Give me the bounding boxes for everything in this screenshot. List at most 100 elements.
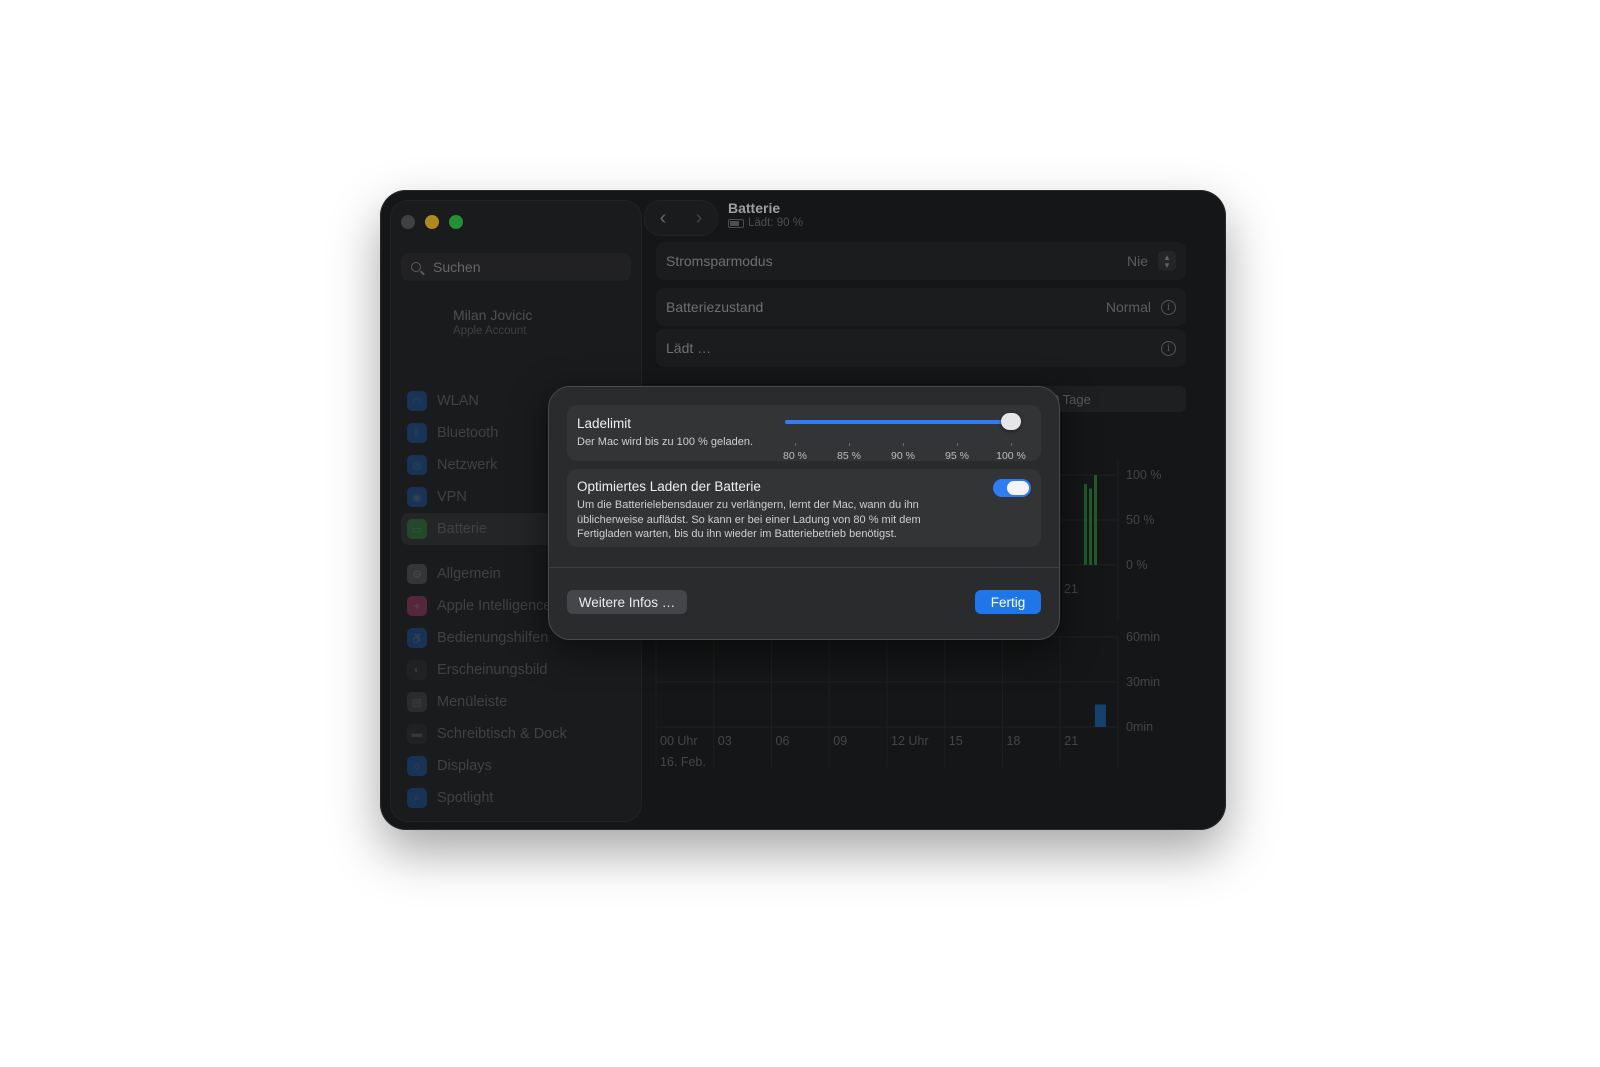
ladelimit-title: Ladelimit [577, 416, 632, 431]
slider-tick-mark [957, 443, 958, 446]
slider-tick-mark [1011, 443, 1012, 446]
search-field[interactable] [401, 253, 631, 281]
more-info-button[interactable]: Weitere Infos … [567, 590, 687, 614]
x-tick-label: 21 [1064, 734, 1078, 748]
slider-fill [785, 420, 1011, 424]
x-tick-label: 00 Uhr [660, 734, 698, 748]
x-tick-label: 15 [949, 734, 963, 748]
ladelimit-slider[interactable]: 80 % 85 % 90 % 95 % 100 % [783, 413, 1026, 462]
search-icon [411, 262, 421, 272]
y-tick-label: 100 % [1126, 468, 1161, 482]
description-line: üblicherweise auflädst. So kann er bei e… [577, 513, 921, 526]
x-tick-label: 03 [718, 734, 732, 748]
stromsparmodus-label: Stromsparmodus [666, 253, 773, 269]
sun-icon: ☼ [407, 756, 427, 776]
optimized-charging-toggle[interactable] [993, 479, 1031, 497]
description-line: Um die Batterielebensdauer zu verlängern… [577, 499, 919, 511]
x-tick-label: 12 Uhr [891, 734, 929, 748]
optimized-charging-title: Optimiertes Laden der Batterie [577, 479, 761, 494]
page-title: Batterie [728, 200, 781, 216]
slider-tick-mark [903, 443, 904, 446]
back-button[interactable]: ‹ [660, 207, 667, 230]
forward-button[interactable]: › [696, 207, 703, 230]
sidebar-item-label: VPN [437, 489, 467, 505]
dialog-divider [549, 567, 1059, 568]
sidebar-item-label: Bedienungshilfen [437, 630, 549, 646]
sidebar-item-label: Bluetooth [437, 425, 499, 441]
stromsparmodus-row[interactable]: Stromsparmodus Nie ▴ ▾ [656, 242, 1186, 280]
battery-level-bar [1089, 488, 1092, 565]
zoom-button[interactable] [449, 215, 463, 229]
y-tick-label: 50 % [1126, 513, 1155, 527]
slider-tick-label: 100 % [996, 450, 1026, 462]
globe-icon: ◎ [407, 455, 427, 475]
x-tick-label: 06 [776, 734, 790, 748]
battery-icon: ▭ [407, 519, 427, 539]
history-nav: ‹ › [644, 200, 718, 236]
sidebar-item-menüleiste[interactable]: ▤ Menüleiste [401, 686, 633, 718]
vpn-globe-icon: ◉ [407, 487, 427, 507]
search-input[interactable] [431, 258, 615, 276]
sidebar-item-label: Apple Intelligence [437, 598, 552, 614]
close-button[interactable] [401, 215, 415, 229]
charging-options-dialog: Ladelimit Der Mac wird bis zu 100 % gela… [548, 386, 1060, 640]
sidebar-item-erscheinungsbild[interactable]: ◐ Erscheinungsbild [401, 654, 633, 686]
wifi-icon: ◠ [407, 391, 427, 411]
y-tick-label: 0 % [1126, 558, 1148, 572]
slider-tick-label: 90 % [891, 450, 915, 462]
sparkle-icon: ✦ [407, 596, 427, 616]
y-tick-label: 30min [1126, 675, 1160, 689]
ladelimit-card: Ladelimit Der Mac wird bis zu 100 % gela… [567, 405, 1041, 462]
y-tick-label: 0min [1126, 720, 1153, 734]
done-button[interactable]: Fertig [975, 590, 1041, 614]
slider-tick-mark [849, 443, 850, 446]
toggle-knob [1007, 481, 1029, 495]
account-name: Milan Jovicic [453, 307, 533, 323]
x-tick-label: 18 [1007, 734, 1021, 748]
screen-usage-bar [1094, 704, 1106, 727]
sidebar-item-label: Netzwerk [437, 457, 498, 473]
slider-tick-label: 80 % [783, 450, 807, 462]
window-controls [401, 215, 463, 229]
stepper-icon[interactable]: ▴ ▾ [1158, 251, 1176, 271]
sidebar-item-label: WLAN [437, 393, 479, 409]
spotlight-icon: ⌕ [407, 788, 427, 808]
minimize-button[interactable] [425, 215, 439, 229]
stromsparmodus-value[interactable]: Nie [1127, 253, 1148, 269]
sidebar-item-label: Spotlight [437, 790, 494, 806]
sidebar-item-label: Displays [437, 758, 492, 774]
laedt-label: Lädt … [666, 340, 712, 356]
laedt-row: Lädt … i [656, 329, 1186, 367]
info-icon[interactable]: i [1161, 340, 1176, 356]
batteriezustand-row: Batteriezustand Normal i [656, 288, 1186, 326]
page-subtitle: Lädt: 90 % [728, 217, 803, 229]
sidebar-item-displays[interactable]: ☼ Displays [401, 750, 633, 782]
accessibility-icon: ♿ [407, 628, 427, 648]
slider-tick-mark [795, 443, 796, 446]
batteriezustand-label: Batteriezustand [666, 299, 764, 315]
slider-tick-label: 85 % [837, 450, 861, 462]
menubar-icon: ▤ [407, 692, 427, 712]
sidebar-item-label: Batterie [437, 521, 487, 537]
ladelimit-description: Der Mac wird bis zu 100 % geladen. [577, 436, 754, 448]
sidebar-item-schreibtisch-dock[interactable]: ▬ Schreibtisch & Dock [401, 718, 633, 750]
sidebar-item-spotlight[interactable]: ⌕ Spotlight [401, 782, 633, 814]
x-tick-label: 21 [1064, 582, 1078, 596]
bluetooth-icon: ᛒ [407, 423, 427, 443]
info-icon[interactable]: i [1161, 299, 1176, 315]
account-subtitle: Apple Account [453, 325, 527, 337]
slider-tick-label: 95 % [945, 450, 969, 462]
slider-thumb[interactable] [1001, 413, 1021, 430]
description-line: Fertigladen warten, bis du ihn wieder im… [577, 528, 897, 540]
optimized-charging-description: Um die Batterielebensdauer zu verlängern… [577, 498, 921, 542]
apple-account[interactable]: Milan Jovicic Apple Account [453, 307, 532, 337]
dock-icon: ▬ [407, 724, 427, 744]
sidebar-item-label: Allgemein [437, 566, 501, 582]
sidebar-item-label: Erscheinungsbild [437, 662, 548, 678]
gear-icon: ⚙ [407, 564, 427, 584]
batteriezustand-value: Normal [1105, 299, 1151, 315]
charging-status: Lädt: 90 % [748, 217, 803, 229]
optimized-charging-card: Optimiertes Laden der Batterie Um die Ba… [567, 469, 1041, 547]
battery-level-bar [1084, 484, 1087, 565]
y-tick-label: 60min [1126, 630, 1160, 644]
